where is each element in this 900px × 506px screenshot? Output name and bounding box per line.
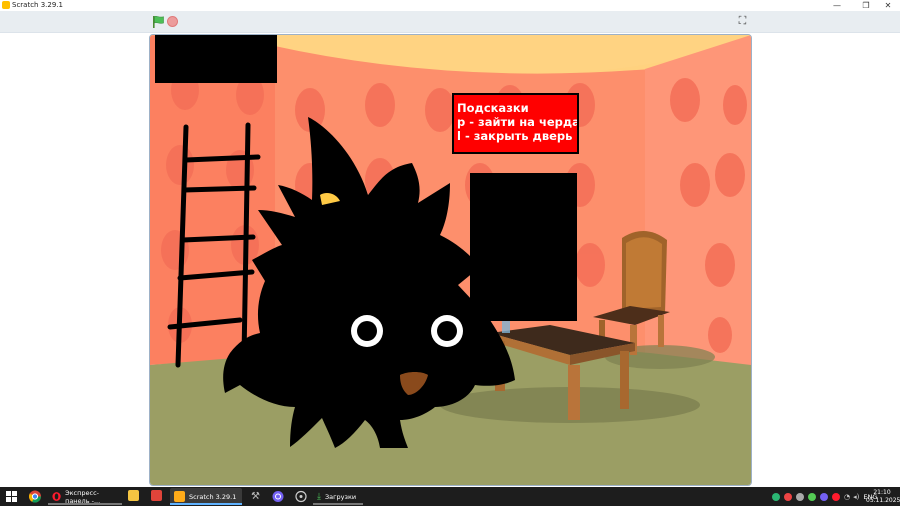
scratch-icon xyxy=(174,491,185,502)
hints-box: Подсказки p - зайти на чердак l - закрыт… xyxy=(452,93,579,154)
volume-icon[interactable]: ◂) xyxy=(853,493,859,501)
taskbar-scratch-label: Scratch 3.29.1 xyxy=(189,492,237,501)
stop-icon[interactable] xyxy=(167,16,178,27)
hint-door: l - закрыть дверь xyxy=(457,129,573,143)
window-title-bar: Scratch 3.29.1 — ❐ ✕ xyxy=(0,0,900,11)
black-panel xyxy=(155,35,277,83)
doorway xyxy=(470,173,577,321)
clock-date: 05.11.2025 xyxy=(866,496,900,504)
chrome-icon[interactable] xyxy=(29,490,41,503)
clock[interactable]: 21:10 05.11.2025 xyxy=(866,489,900,504)
tray-opera-icon[interactable] xyxy=(832,492,840,501)
glass xyxy=(502,321,510,333)
system-tray: ◔ ◂) ENG xyxy=(772,491,877,502)
tray-app-icon-4[interactable] xyxy=(808,492,816,501)
tray-app-icon-1[interactable] xyxy=(772,492,780,501)
tray-app-icon-3[interactable] xyxy=(796,492,804,501)
stage[interactable]: Подсказки p - зайти на чердак l - закрыт… xyxy=(149,34,752,486)
taskbar-downloads-label: Загрузки xyxy=(324,492,357,501)
close-button[interactable]: ✕ xyxy=(877,0,899,11)
stage-backdrop xyxy=(150,35,751,485)
stage-area: Подсказки p - зайти на чердак l - закрыт… xyxy=(0,33,900,487)
tools-icon[interactable]: ⚒ xyxy=(251,490,260,503)
fullscreen-icon[interactable]: ⛶ xyxy=(735,14,750,29)
taskbar: Экспресс-панель -... Scratch 3.29.1 ⚒ ⤓ … xyxy=(0,487,900,506)
start-icon[interactable] xyxy=(6,490,17,503)
network-icon[interactable]: ◔ xyxy=(844,493,850,501)
file-explorer-icon[interactable] xyxy=(128,490,139,501)
downloads-icon: ⤓ xyxy=(317,491,321,502)
game-app-icon[interactable] xyxy=(151,490,162,501)
app-circle-icon[interactable] xyxy=(295,490,307,503)
taskbar-downloads[interactable]: ⤓ Загрузки xyxy=(313,488,363,505)
clock-time: 21:10 xyxy=(873,489,891,496)
tray-viber-icon[interactable] xyxy=(820,492,828,501)
viber-icon[interactable] xyxy=(272,490,284,503)
maximize-button[interactable]: ❐ xyxy=(855,0,877,11)
hint-title: Подсказки xyxy=(457,101,529,115)
stage-toolbar: ⛶ xyxy=(0,11,900,33)
scratch-app-icon xyxy=(2,1,10,9)
opera-icon xyxy=(52,492,61,501)
taskbar-opera[interactable]: Экспресс-панель -... xyxy=(48,488,122,505)
tray-app-icon-2[interactable] xyxy=(784,492,792,501)
minimize-button[interactable]: — xyxy=(826,0,848,11)
taskbar-scratch[interactable]: Scratch 3.29.1 xyxy=(170,488,242,505)
green-flag-icon[interactable] xyxy=(151,15,165,29)
hint-attic: p - зайти на чердак xyxy=(457,115,579,129)
window-title: Scratch 3.29.1 xyxy=(12,1,63,9)
